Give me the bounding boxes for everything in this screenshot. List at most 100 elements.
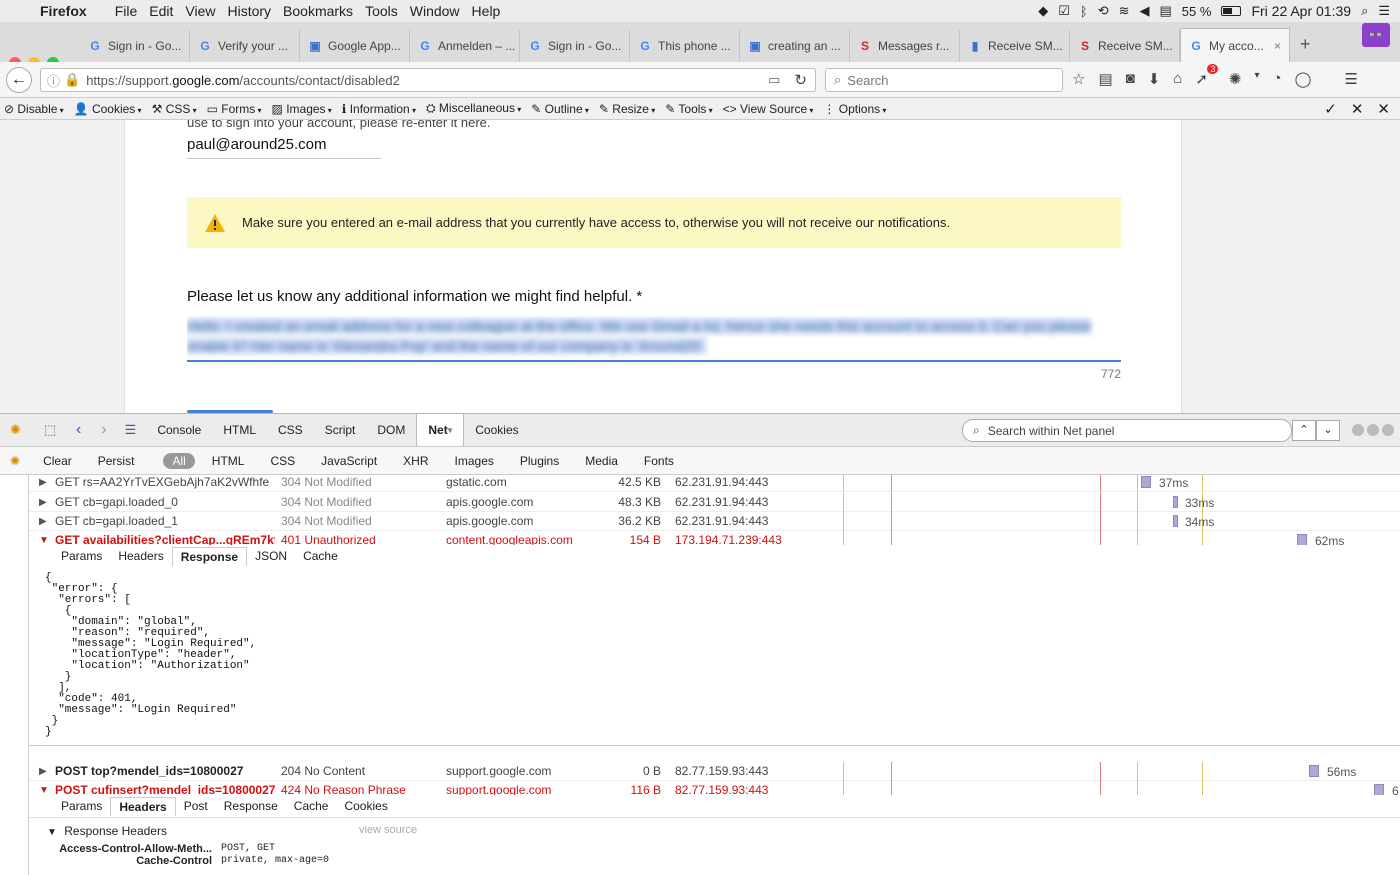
net-filter-css[interactable]: CSS bbox=[261, 452, 304, 470]
firebug-tab-dom[interactable]: DOM bbox=[366, 414, 416, 446]
net-filter-clear[interactable]: Clear bbox=[34, 452, 81, 470]
detail-tab-params[interactable]: Params bbox=[53, 547, 110, 565]
expanded-triangle-icon[interactable]: ▼ bbox=[39, 535, 49, 546]
devtool-check-icon[interactable]: ✓ bbox=[1324, 100, 1337, 118]
spotlight-icon[interactable]: ⌕ bbox=[1361, 3, 1368, 19]
devtool-menu-forms[interactable]: ▭ Forms ▾ bbox=[207, 102, 262, 116]
hamburger-menu-icon[interactable]: ☰ bbox=[1344, 70, 1357, 88]
pocket-icon[interactable]: ◙ bbox=[1126, 70, 1135, 88]
firebug-menu-icon[interactable]: ✺ bbox=[10, 422, 34, 438]
collapsed-triangle-icon[interactable]: ▶ bbox=[39, 477, 47, 488]
detail-tab-headers[interactable]: Headers bbox=[110, 796, 176, 816]
wifi-icon[interactable]: ≋ bbox=[1119, 3, 1130, 19]
info-icon[interactable]: ⓘ bbox=[47, 71, 60, 90]
url-bar[interactable]: ⓘ 🔒 https://support. google.com/accounts/… bbox=[40, 68, 816, 92]
collapsed-triangle-icon[interactable]: ▶ bbox=[39, 497, 47, 508]
clock[interactable]: Fri 22 Apr 01:39 bbox=[1251, 3, 1351, 19]
detail-tab-post[interactable]: Post bbox=[176, 797, 216, 815]
net-filter-xhr[interactable]: XHR bbox=[394, 452, 437, 470]
chat-icon[interactable]: ◯ bbox=[1295, 70, 1312, 88]
devtool-menu-cookies[interactable]: 👤 Cookies ▾ bbox=[74, 102, 142, 116]
devtool-menu-css[interactable]: ⚒ CSS ▾ bbox=[152, 102, 197, 116]
history-icon[interactable]: ◔ bbox=[1273, 70, 1282, 88]
collapsed-triangle-icon[interactable]: ▶ bbox=[39, 516, 47, 527]
menu-tools[interactable]: Tools bbox=[365, 3, 410, 19]
detail-tab-response[interactable]: Response bbox=[216, 797, 286, 815]
devtool-menu-view-source[interactable]: <> View Source ▾ bbox=[723, 102, 814, 116]
net-request-row[interactable]: ▶ GET rs=AA2YrTvEXGebAjh7aK2vWfhfe 304 Not… bbox=[29, 475, 1400, 492]
back-button[interactable]: ← bbox=[6, 67, 32, 93]
devtool-menu-options[interactable]: ⋮ Options ▾ bbox=[823, 102, 886, 116]
net-filter-html[interactable]: HTML bbox=[203, 452, 254, 470]
firebug-icon[interactable]: ✺ bbox=[1229, 70, 1242, 88]
devtool-menu-resize[interactable]: ✎ Resize ▾ bbox=[599, 102, 655, 116]
menu-window[interactable]: Window bbox=[410, 3, 472, 19]
devtool-menu-tools[interactable]: ✎ Tools ▾ bbox=[665, 102, 712, 116]
devtool-menu-information[interactable]: ℹ Information ▾ bbox=[342, 102, 416, 116]
firebug-detach-icon[interactable] bbox=[1367, 424, 1379, 436]
detail-tab-cookies[interactable]: Cookies bbox=[336, 797, 395, 815]
reload-icon[interactable]: ↻ bbox=[794, 71, 807, 89]
search-next-button[interactable]: ⌄ bbox=[1316, 420, 1340, 441]
tab-close-icon[interactable]: × bbox=[1274, 39, 1281, 53]
devtool-menu-disable[interactable]: ⊘ Disable ▾ bbox=[4, 102, 64, 116]
devtool-cross-icon[interactable]: ✕ bbox=[1351, 100, 1364, 118]
search-prev-button[interactable]: ⌃ bbox=[1292, 420, 1316, 441]
menu-history[interactable]: History bbox=[227, 3, 283, 19]
reading-list-icon[interactable]: ▤ bbox=[1098, 70, 1112, 88]
browser-tab[interactable]: S Receive SM... bbox=[1070, 30, 1180, 62]
bookmark-star-icon[interactable]: ☆ bbox=[1072, 70, 1085, 88]
browser-tab[interactable]: G This phone ... bbox=[630, 30, 740, 62]
collapse-triangle-icon[interactable]: ▼ bbox=[47, 827, 57, 838]
detail-tab-headers[interactable]: Headers bbox=[110, 547, 171, 565]
back-arrow-icon[interactable]: ‹ bbox=[76, 421, 81, 439]
dropbox-icon[interactable]: ◆ bbox=[1038, 3, 1048, 19]
additional-info-textarea[interactable]: Hello. I created an email address for a … bbox=[187, 316, 1121, 362]
firebug-tab-cookies[interactable]: Cookies bbox=[464, 414, 529, 446]
xhr-breakpoint-icon[interactable]: ✺ bbox=[10, 454, 20, 468]
notification-center-icon[interactable]: ☰ bbox=[1378, 3, 1390, 19]
browser-tab[interactable]: G Sign in - Go... bbox=[80, 30, 190, 62]
chevron-down-icon[interactable]: ▾ bbox=[448, 425, 453, 436]
firebug-tab-css[interactable]: CSS bbox=[267, 414, 314, 446]
menu-edit[interactable]: Edit bbox=[149, 3, 185, 19]
net-filter-plugins[interactable]: Plugins bbox=[511, 452, 568, 470]
browser-tab[interactable]: G Verify your ... bbox=[190, 30, 300, 62]
net-filter-media[interactable]: Media bbox=[576, 452, 627, 470]
devtool-menu-images[interactable]: ▨ Images ▾ bbox=[272, 102, 332, 116]
devtool-close-icon[interactable]: ✕ bbox=[1377, 100, 1390, 118]
detail-tab-json[interactable]: JSON bbox=[247, 547, 295, 565]
email-field[interactable]: paul@around25.com bbox=[187, 136, 381, 159]
net-request-row[interactable]: ▶ GET cb=gapi.loaded_0 304 Not Modified api… bbox=[29, 493, 1400, 512]
net-request-row[interactable]: ▶ GET cb=gapi.loaded_1 304 Not Modified api… bbox=[29, 512, 1400, 531]
browser-tab[interactable]: ▮ Receive SM... bbox=[960, 30, 1070, 62]
devtool-menu-outline[interactable]: ✎ Outline ▾ bbox=[531, 102, 589, 116]
browser-tab[interactable]: ▣ creating an ... bbox=[740, 30, 850, 62]
browser-tab[interactable]: G Anmelden – ... bbox=[410, 30, 520, 62]
firebug-minimize-icon[interactable] bbox=[1352, 424, 1364, 436]
checkmark-icon[interactable]: ☑ bbox=[1058, 3, 1070, 19]
net-filter-images[interactable]: Images bbox=[446, 452, 503, 470]
browser-tab[interactable]: G Sign in - Go... bbox=[520, 30, 630, 62]
firebug-tab-console[interactable]: Console bbox=[146, 414, 212, 446]
firebug-tab-html[interactable]: HTML bbox=[212, 414, 267, 446]
menu-bookmarks[interactable]: Bookmarks bbox=[283, 3, 365, 19]
firebug-tab-net[interactable]: Net ▾ bbox=[416, 414, 465, 446]
expanded-triangle-icon[interactable]: ▼ bbox=[39, 785, 49, 796]
dropdown-arrow-icon[interactable]: ▾ bbox=[1255, 70, 1260, 88]
net-filter-all[interactable]: All bbox=[163, 452, 195, 469]
net-filter-javascript[interactable]: JavaScript bbox=[312, 452, 386, 470]
reader-view-icon[interactable]: ▭ bbox=[768, 72, 780, 88]
menu-view[interactable]: View bbox=[185, 3, 227, 19]
browser-tab[interactable]: G My acco... × bbox=[1180, 28, 1290, 62]
flag-icon[interactable]: ▤ bbox=[1160, 3, 1172, 19]
forward-arrow-icon[interactable]: › bbox=[101, 421, 106, 439]
browser-tab[interactable]: ▣ Google App... bbox=[300, 30, 410, 62]
firebug-tab-script[interactable]: Script bbox=[314, 414, 367, 446]
menu-help[interactable]: Help bbox=[472, 3, 513, 19]
search-bar[interactable]: ⌕ Search bbox=[825, 68, 1063, 92]
share-icon[interactable]: ➚ 3 bbox=[1195, 64, 1219, 88]
net-filter-fonts[interactable]: Fonts bbox=[635, 452, 683, 470]
browser-tab[interactable]: S Messages r... bbox=[850, 30, 960, 62]
detail-tab-cache[interactable]: Cache bbox=[286, 797, 337, 815]
